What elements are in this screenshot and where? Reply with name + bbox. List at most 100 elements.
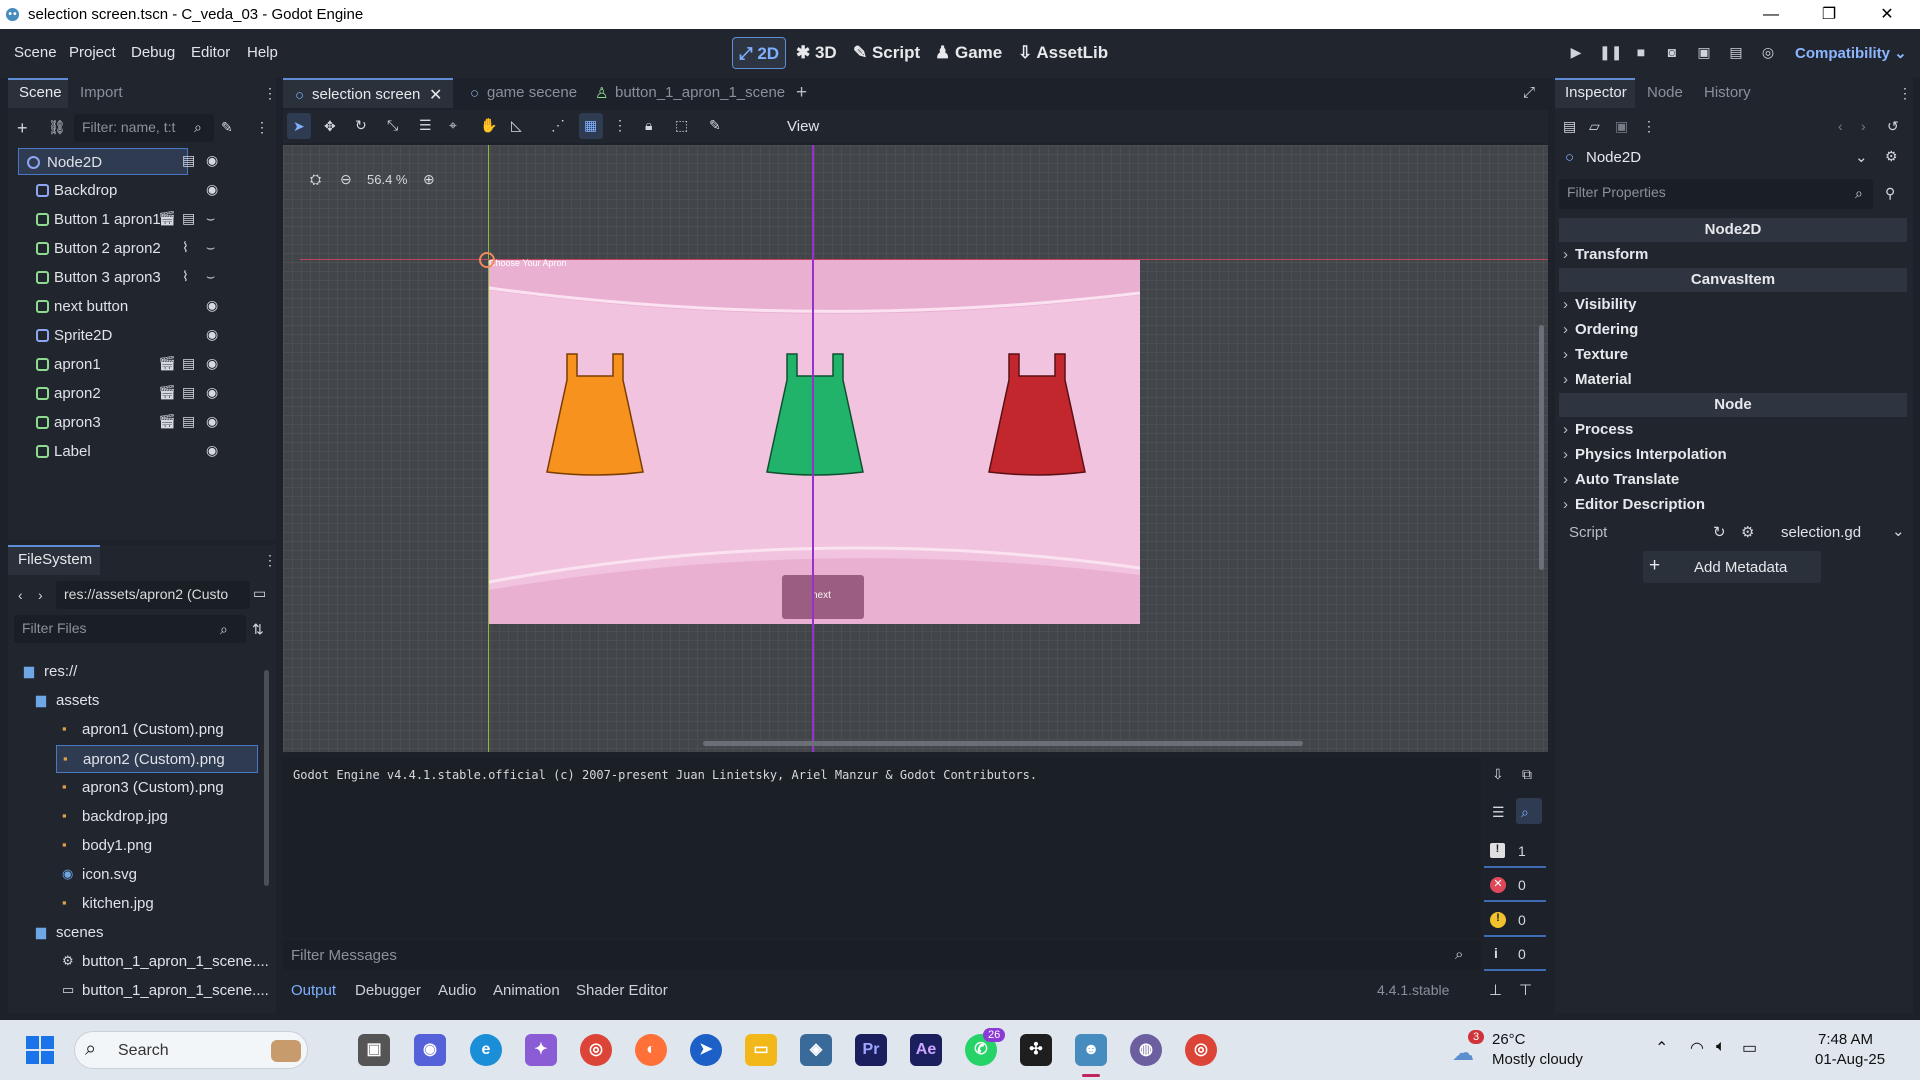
inspector-group[interactable]: › Process xyxy=(1559,418,1907,442)
zoom-out-icon[interactable]: ⊖ xyxy=(340,171,352,188)
add-metadata-button[interactable]: + Add Metadata xyxy=(1643,551,1821,583)
clapboard-icon[interactable]: 🎬︎ xyxy=(158,210,176,227)
script-icon[interactable]: ▤ xyxy=(182,384,195,401)
tab-selection-screen[interactable]: ○ selection screen ✕ xyxy=(283,78,453,108)
collapse-icon[interactable]: ☰ xyxy=(1492,804,1505,821)
tab-button-scene[interactable]: ♙ button_1_apron_1_scene xyxy=(583,78,785,108)
premiere-icon[interactable]: Pr xyxy=(855,1034,887,1066)
close-window-button[interactable]: ✕ xyxy=(1858,2,1916,28)
zoom-level[interactable]: 56.4 % xyxy=(367,172,407,187)
search-icon[interactable]: ⌕ xyxy=(1521,804,1529,821)
edge-icon[interactable]: e xyxy=(470,1034,502,1066)
mode-assetlib-button[interactable]: ⇩ AssetLib xyxy=(1012,37,1114,69)
add-node-icon[interactable]: + xyxy=(17,118,28,139)
renderer-select[interactable]: Compatibility ⌄ xyxy=(1795,44,1907,62)
fs-item[interactable]: ▪ kitchen.jpg xyxy=(56,890,258,918)
play-scene-icon[interactable]: ▣ xyxy=(1694,44,1714,62)
mode-game-button[interactable]: ♟ Game xyxy=(929,37,1008,69)
inspector-group[interactable]: › Editor Description xyxy=(1559,493,1907,517)
h-scrollbar[interactable] xyxy=(703,741,1303,746)
battery-icon[interactable]: ▭ xyxy=(1742,1038,1757,1058)
tab-filesystem[interactable]: FileSystem xyxy=(18,551,92,568)
chrome-profile-icon[interactable]: ◎ xyxy=(1185,1034,1217,1066)
split-view-icon[interactable]: ▭ xyxy=(253,585,266,602)
back-icon[interactable]: ‹ xyxy=(18,587,23,603)
signal-icon[interactable]: ⌇ xyxy=(182,268,189,285)
menu-scene[interactable]: Scene xyxy=(14,44,57,61)
grid-snap-icon[interactable]: ▦ xyxy=(584,117,597,134)
bone-icon[interactable]: ✎ xyxy=(709,117,721,134)
mode-3d-button[interactable]: ✱ 3D xyxy=(790,37,843,69)
tab-inspector[interactable]: Inspector xyxy=(1565,84,1627,101)
fs-item[interactable]: ▪ body1.png xyxy=(56,832,258,860)
group-icon[interactable]: ⬚ xyxy=(675,117,688,134)
view-menu[interactable]: View xyxy=(787,118,819,135)
zoom-in-icon[interactable]: ⊕ xyxy=(423,171,435,188)
select-tool-icon[interactable]: ➤ xyxy=(293,118,305,135)
v-scrollbar[interactable] xyxy=(1539,325,1544,570)
tab-animation[interactable]: Animation xyxy=(493,982,560,999)
file-explorer-icon[interactable]: ▭ xyxy=(745,1034,777,1066)
scene-tree-node[interactable]: Node2D xyxy=(18,148,188,175)
godot-icon[interactable]: ☻ xyxy=(1075,1034,1107,1066)
expand-panel-icon[interactable]: ⊤ xyxy=(1519,981,1532,999)
open-resource-icon[interactable]: ▱ xyxy=(1589,118,1600,135)
tab-history[interactable]: History xyxy=(1704,84,1751,101)
after-effects-icon[interactable]: Ae xyxy=(910,1034,942,1066)
info-filter-button[interactable]: i 0 xyxy=(1484,939,1546,971)
fs-item[interactable]: ▆ assets xyxy=(30,687,258,715)
tab-scene[interactable]: Scene xyxy=(19,84,62,101)
filter-messages-input[interactable]: Filter Messages ⌕ xyxy=(283,940,1481,970)
weather-temp[interactable]: 26°C xyxy=(1492,1031,1526,1048)
dock-menu-icon[interactable]: ⋮ xyxy=(1898,85,1912,102)
stop-icon[interactable]: ■ xyxy=(1631,44,1651,62)
firefox-icon[interactable]: ◐ xyxy=(635,1034,667,1066)
chevron-down-icon[interactable]: ⌄ xyxy=(1892,522,1905,540)
eye-icon[interactable]: ◉ xyxy=(206,384,218,401)
signal-icon[interactable]: ⌇ xyxy=(182,239,189,256)
inspector-category[interactable]: Node2D xyxy=(1559,218,1907,242)
windows-start-icon[interactable] xyxy=(26,1036,54,1064)
filter-properties-input[interactable]: Filter Properties xyxy=(1559,179,1873,209)
figma-icon[interactable]: ✣ xyxy=(1020,1034,1052,1066)
clock-time[interactable]: 7:48 AM xyxy=(1818,1031,1873,1048)
fs-item[interactable]: ▭ button_1_apron_1_scene.... xyxy=(56,977,269,1005)
save-log-icon[interactable]: ⇩ xyxy=(1492,766,1504,783)
copy-log-icon[interactable]: ⧉ xyxy=(1522,766,1532,783)
wifi-icon[interactable]: ◠ xyxy=(1690,1038,1704,1058)
scene-tree-node[interactable]: Sprite2D xyxy=(34,322,214,349)
script-icon[interactable]: ▤ xyxy=(182,210,195,227)
gear-icon[interactable]: ⚙ xyxy=(1741,523,1754,541)
tab-game-secene[interactable]: ○ game secene xyxy=(458,78,578,108)
smart-snap-icon[interactable]: ⋰ xyxy=(551,117,565,134)
object-history-icon[interactable]: ↺ xyxy=(1887,118,1899,135)
remote-debug-icon[interactable]: ◙ xyxy=(1662,44,1682,62)
rotate-tool-icon[interactable]: ↻ xyxy=(355,117,367,134)
list-select-icon[interactable]: ☰ xyxy=(419,117,432,134)
eye-icon[interactable]: ◉ xyxy=(206,355,218,372)
menu-project[interactable]: Project xyxy=(69,44,116,61)
link-icon[interactable]: ⛓ xyxy=(48,119,66,136)
fs-item[interactable]: ▪ apron2 (Custom).png xyxy=(56,745,258,773)
fs-item[interactable]: ▪ apron3 (Custom).png xyxy=(56,774,258,802)
inspector-group[interactable]: › Transform xyxy=(1559,243,1907,267)
volume-icon[interactable]: 🔈︎ xyxy=(1716,1038,1726,1056)
scene-options-icon[interactable]: ⋮ xyxy=(255,119,269,136)
tab-debugger[interactable]: Debugger xyxy=(355,982,421,999)
scene-tree-node[interactable]: next button xyxy=(34,293,214,320)
canvas-viewport[interactable]: Choose Your Apron next ⛭ ⊖ 56.4 % ⊕ xyxy=(283,145,1548,752)
clapboard-icon[interactable]: 🎬︎ xyxy=(158,384,176,401)
attach-script-icon[interactable]: ✎ xyxy=(221,119,233,136)
fs-item[interactable]: ▆ scenes xyxy=(30,919,258,947)
fs-scrollbar[interactable] xyxy=(264,670,269,886)
tab-node[interactable]: Node xyxy=(1647,84,1683,101)
close-tab-icon[interactable]: ✕ xyxy=(429,85,442,105)
clock-date[interactable]: 01-Aug-25 xyxy=(1815,1051,1885,1068)
play-icon[interactable]: ▶ xyxy=(1566,44,1586,62)
script-icon[interactable]: ▤ xyxy=(182,152,195,169)
scene-tree-node[interactable]: Label xyxy=(34,438,214,465)
eye-icon[interactable]: ◉ xyxy=(206,442,218,459)
pin-icon[interactable]: ⊥ xyxy=(1489,981,1502,999)
eye-icon[interactable]: ◉ xyxy=(206,326,218,343)
copilot-icon[interactable]: ✦ xyxy=(525,1034,557,1066)
